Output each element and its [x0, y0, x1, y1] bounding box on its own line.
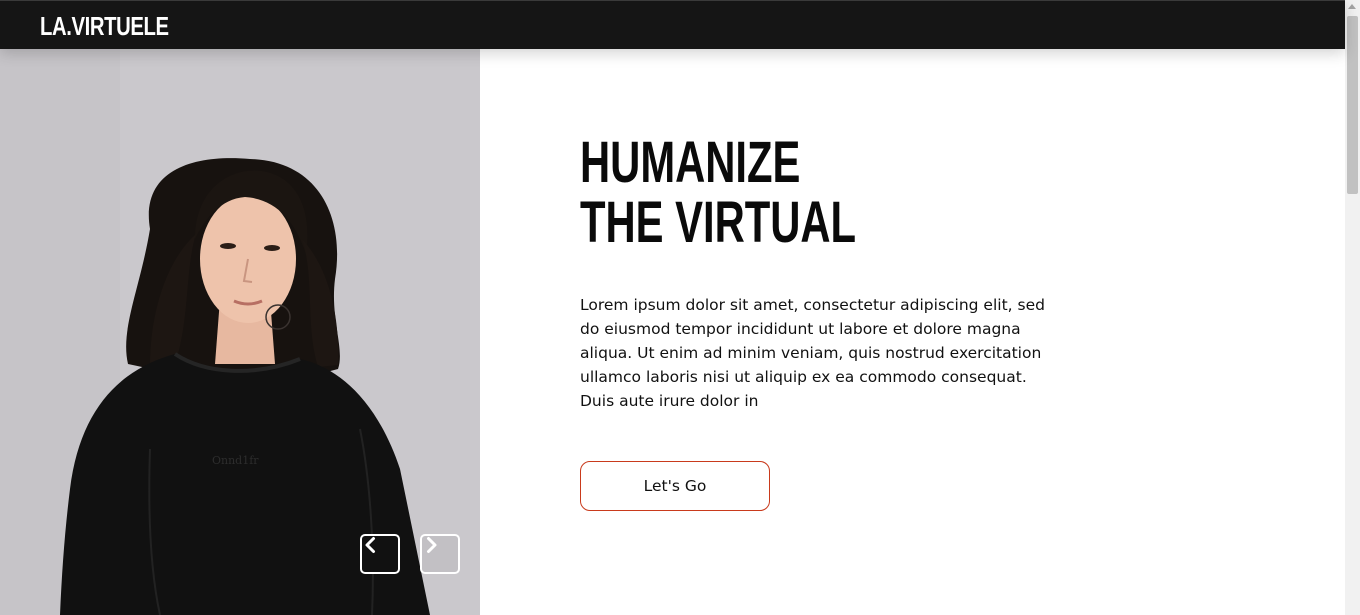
slider-next-button[interactable]: [420, 534, 460, 574]
headline-line-2: THE VIRTUAL: [580, 190, 857, 255]
headline-line-1: HUMANIZE: [580, 130, 801, 195]
top-navbar: LA.VIRTUELE: [0, 0, 1345, 49]
scroll-thumb[interactable]: [1347, 16, 1358, 194]
shirt-print: Onnd1fr: [212, 454, 259, 467]
portrait-illustration: Onnd1fr: [0, 49, 480, 615]
page-scrollbar[interactable]: [1345, 0, 1360, 615]
hero-photo: Onnd1fr: [0, 49, 480, 615]
chevron-left-icon: [365, 537, 375, 553]
lets-go-button[interactable]: Let's Go: [580, 461, 770, 511]
chevron-right-icon: [427, 537, 437, 553]
slider-prev-button[interactable]: [360, 534, 400, 574]
hero-headline: HUMANIZE THE VIRTUAL: [580, 133, 856, 253]
scroll-up-arrow-icon[interactable]: [1348, 4, 1356, 9]
hero-content: HUMANIZE THE VIRTUAL Lorem ipsum dolor s…: [480, 49, 1345, 615]
hero-description: Lorem ipsum dolor sit amet, consectetur …: [580, 296, 1045, 410]
brand-logo[interactable]: LA.VIRTUELE: [40, 10, 169, 42]
